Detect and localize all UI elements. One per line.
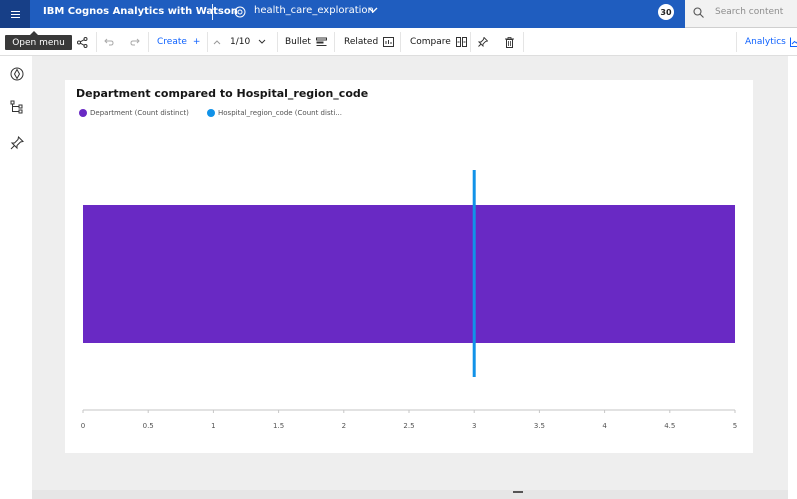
- app-title[interactable]: IBM Cognos Analytics with Watson: [43, 6, 238, 17]
- legend-item-hospital-region[interactable]: Hospital_region_code (Count disti...: [207, 109, 342, 117]
- related-label: Related: [344, 37, 379, 47]
- navigation-icon[interactable]: [10, 67, 24, 81]
- related-button[interactable]: Related: [344, 28, 395, 56]
- related-icon: [383, 37, 395, 47]
- top-bar: IBM Cognos Analytics with Watson health_…: [0, 0, 797, 28]
- x-tick-label: 1: [211, 422, 215, 430]
- title-separator: [212, 4, 213, 20]
- panel-resize-handle[interactable]: [513, 491, 523, 493]
- chart-title: Department compared to Hospital_region_c…: [76, 87, 369, 100]
- x-tick-label: 4: [602, 422, 607, 430]
- bar-department[interactable]: [83, 205, 735, 343]
- create-button[interactable]: Create +: [157, 28, 200, 56]
- search-placeholder: Search content: [715, 7, 784, 17]
- exploration-name[interactable]: health_care_exploration: [254, 5, 374, 16]
- pin-icon[interactable]: [478, 28, 488, 56]
- page-navigation: 1/10: [213, 28, 266, 56]
- legend-item-department[interactable]: Department (Count distinct): [79, 109, 189, 117]
- bullet-label: Bullet: [285, 37, 311, 47]
- bullet-chart-icon: [315, 37, 327, 46]
- search-input[interactable]: Search content: [685, 0, 797, 28]
- bullet-chart-button[interactable]: Bullet: [285, 28, 327, 56]
- x-tick-label: 3: [472, 422, 476, 430]
- avatar[interactable]: 30: [658, 4, 674, 20]
- x-tick-label: 0.5: [143, 422, 154, 430]
- compare-label: Compare: [410, 37, 451, 47]
- x-tick-label: 5: [733, 422, 737, 430]
- left-navigation: [0, 56, 32, 499]
- create-label: Create: [157, 37, 187, 47]
- search-icon: [693, 7, 704, 18]
- legend-marker-hospital-region: [207, 109, 215, 117]
- x-tick-label: 4.5: [664, 422, 675, 430]
- open-menu-tooltip: Open menu: [5, 31, 72, 50]
- undo-icon[interactable]: [104, 28, 114, 56]
- chevron-down-icon[interactable]: [368, 5, 378, 15]
- x-tick-label: 2.5: [403, 422, 414, 430]
- share-icon[interactable]: [77, 28, 88, 56]
- hamburger-menu-icon[interactable]: [0, 0, 30, 28]
- chevron-up-icon[interactable]: [213, 38, 221, 46]
- legend-label-department: Department (Count distinct): [90, 109, 189, 117]
- x-tick-label: 0: [81, 422, 85, 430]
- legend-label-hospital-region: Hospital_region_code (Count disti...: [218, 109, 342, 117]
- bottom-panel: [32, 490, 788, 499]
- analytics-icon: [789, 37, 797, 47]
- compare-icon: [455, 37, 467, 47]
- page-indicator: 1/10: [230, 37, 251, 47]
- plus-icon: +: [192, 37, 201, 47]
- hierarchy-icon[interactable]: [10, 100, 24, 114]
- legend-marker-department: [79, 109, 87, 117]
- trash-icon[interactable]: [505, 28, 514, 56]
- x-tick-label: 1.5: [273, 422, 284, 430]
- compare-button[interactable]: Compare: [410, 28, 467, 56]
- chevron-down-icon[interactable]: [258, 38, 266, 46]
- right-panel-edge: [788, 56, 797, 499]
- x-tick-label: 2: [342, 422, 346, 430]
- analytics-button[interactable]: Analytics: [745, 28, 797, 56]
- toolbar: Create + 1/10 Bullet Related Compare Ana…: [0, 28, 797, 56]
- pin-icon[interactable]: [10, 136, 24, 150]
- analytics-label: Analytics: [745, 37, 786, 47]
- x-tick-label: 3.5: [534, 422, 545, 430]
- chart-card: 0 0.5 1 1.5 2 2.5 3 3.5 4 4.5 5 Department compare…: [65, 80, 753, 453]
- redo-icon[interactable]: [130, 28, 140, 56]
- exploration-icon: [234, 6, 246, 18]
- bullet-chart: 0 0.5 1 1.5 2 2.5 3 3.5 4 4.5 5: [81, 170, 737, 430]
